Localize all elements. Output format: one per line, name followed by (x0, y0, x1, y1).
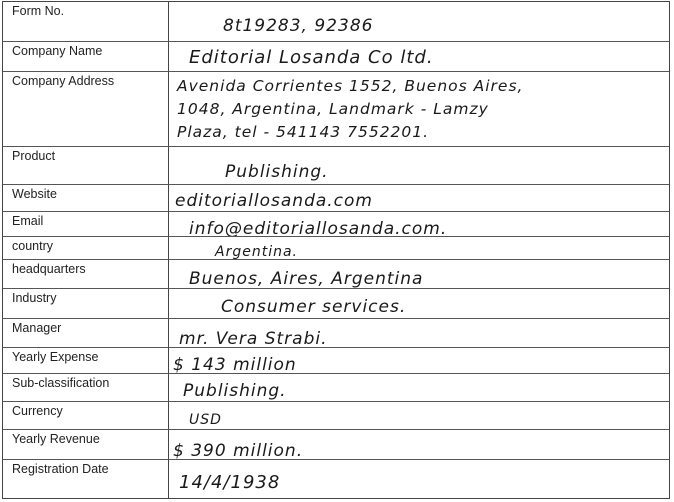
company-address-label: Company Address (3, 72, 169, 147)
product-value: Publishing. (225, 159, 665, 185)
form-row-country: country Argentina. (3, 236, 669, 260)
website-label: Website (3, 185, 169, 212)
registration-date-label: Registration Date (3, 460, 169, 499)
form-row-form-no: Form No. 8t19283, 92386 (3, 2, 669, 41)
manager-label: Manager (3, 319, 169, 348)
industry-value-line: Consumer services. (221, 297, 407, 317)
industry-value: Consumer services. (221, 294, 665, 320)
form-row-company-name: Company Name Editorial Losanda Co ltd. (3, 41, 669, 72)
company-name-value-line: Editorial Losanda Co ltd. (189, 47, 434, 68)
form-row-website: Website editoriallosanda.com (3, 184, 669, 212)
form-row-headquarters: headquarters Buenos, Aires, Argentina (3, 259, 669, 289)
form-row-yearly-expense: Yearly Expense $ 143 million (3, 347, 669, 375)
form-row-registration-date: Registration Date 14/4/1938 (3, 459, 669, 499)
form-row-email: Email info@editoriallosanda.com. (3, 211, 669, 239)
company-name-label: Company Name (3, 42, 169, 72)
yearly-expense-label: Yearly Expense (3, 348, 169, 374)
industry-label: Industry (3, 289, 169, 319)
company-address-value: Avenida Corrientes 1552, Buenos Aires, 1… (177, 75, 665, 144)
form-row-currency: Currency USD (3, 401, 669, 430)
registration-date-value-line: 14/4/1938 (179, 472, 281, 493)
form-row-manager: Manager mr. Vera Strabi. (3, 318, 669, 349)
form-row-sub-classification: Sub-classification Publishing. (3, 373, 669, 402)
email-label: Email (3, 212, 169, 237)
yearly-revenue-label: Yearly Revenue (3, 430, 169, 460)
currency-label: Currency (3, 402, 169, 430)
product-value-line: Publishing. (225, 162, 329, 182)
form-no-value: 8t19283, 92386 (223, 13, 665, 39)
product-label: Product (3, 147, 169, 185)
sub-classification-label: Sub-classification (3, 374, 169, 402)
form-row-company-address: Company Address Avenida Corrientes 1552,… (3, 71, 669, 147)
form-no-value-line: 8t19283, 92386 (223, 16, 374, 36)
headquarters-label: headquarters (3, 260, 169, 289)
form-row-industry: Industry Consumer services. (3, 288, 669, 319)
company-name-value: Editorial Losanda Co ltd. (189, 45, 665, 71)
country-label: country (3, 237, 169, 260)
registration-form: Form No. 8t19283, 92386 Company Name Edi… (2, 1, 670, 499)
company-address-line-3: Plaza, tel - 541143 7552201. (177, 123, 430, 141)
form-row-yearly-revenue: Yearly Revenue $ 390 million. (3, 429, 669, 461)
form-no-label: Form No. (3, 2, 169, 41)
company-address-line-2: 1048, Argentina, Landmark - Lamzy (177, 100, 489, 118)
registration-date-value: 14/4/1938 (179, 470, 665, 496)
form-row-product: Product Publishing. (3, 146, 669, 185)
company-address-line-1: Avenida Corrientes 1552, Buenos Aires, (177, 77, 524, 95)
